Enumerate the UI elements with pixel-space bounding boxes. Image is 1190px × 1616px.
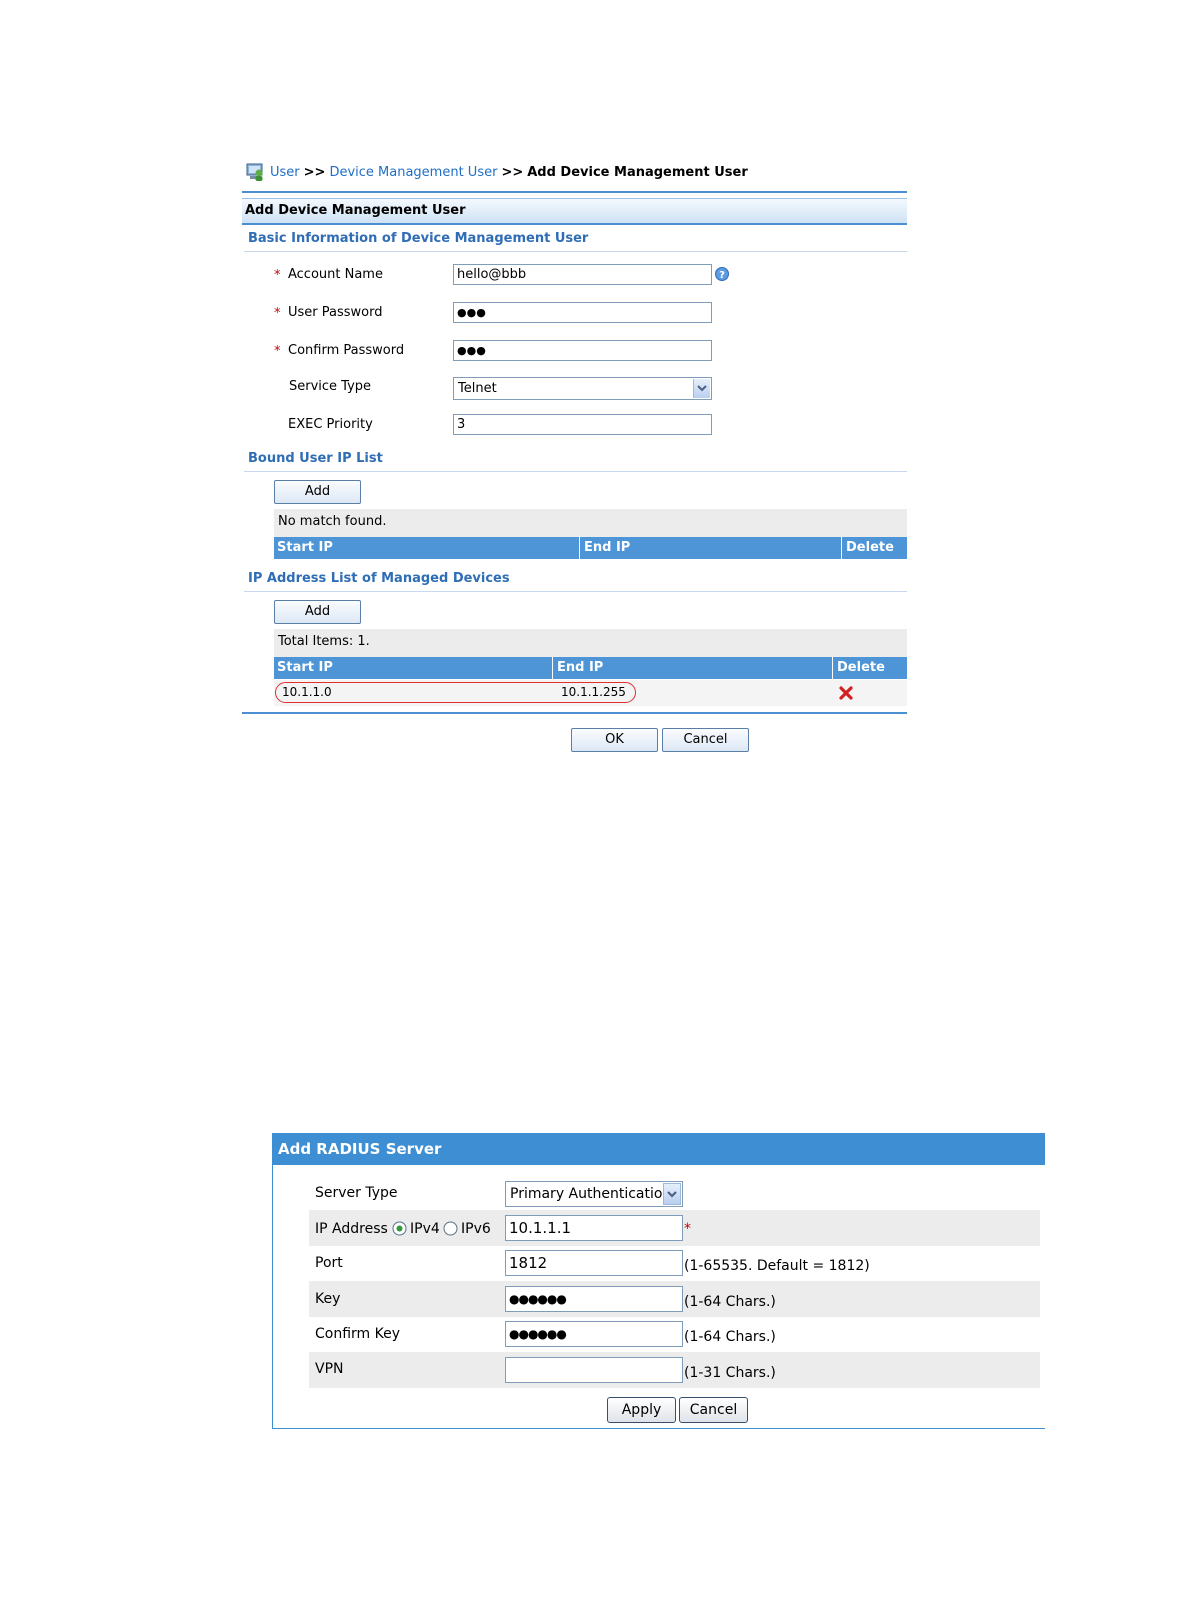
key-input[interactable]: ●●●●●●: [505, 1286, 683, 1312]
key-label: Key: [315, 1291, 341, 1307]
confirm-key-input[interactable]: ●●●●●●: [505, 1321, 683, 1347]
key-hint: (1-64 Chars.): [684, 1294, 776, 1310]
help-icon[interactable]: ?: [715, 267, 729, 281]
breadcrumb-separator: >>: [501, 164, 524, 180]
server-type-label: Server Type: [315, 1185, 398, 1201]
managed-ip-add-button[interactable]: Add: [274, 600, 361, 624]
user-password-label: User Password: [288, 305, 383, 320]
required-marker: *: [274, 306, 281, 321]
breadcrumb-separator: >>: [303, 164, 326, 180]
required-marker: *: [274, 268, 281, 283]
service-type-label: Service Type: [289, 379, 372, 394]
basic-info-section-title: Basic Information of Device Management U…: [248, 231, 589, 246]
managed-ip-section-title: IP Address List of Managed Devices: [248, 571, 510, 586]
ip-address-input[interactable]: 10.1.1.1: [505, 1215, 683, 1241]
section-divider: [244, 471, 907, 472]
ok-button[interactable]: OK: [571, 728, 658, 752]
panel-title-bar: Add Device Management User: [242, 198, 907, 225]
bound-ip-section-title: Bound User IP List: [248, 451, 383, 466]
exec-priority-input[interactable]: 3: [453, 414, 712, 435]
user-computer-icon: [244, 161, 266, 183]
column-header-end-ip[interactable]: End IP: [581, 537, 842, 559]
cancel-button[interactable]: Cancel: [662, 728, 749, 752]
column-header-start-ip[interactable]: Start IP: [274, 657, 553, 679]
breadcrumb-device-management-user-link[interactable]: Device Management User: [329, 165, 497, 180]
panel-title: Add Device Management User: [245, 203, 466, 218]
apply-button[interactable]: Apply: [607, 1397, 676, 1423]
service-type-select[interactable]: Telnet: [453, 377, 712, 400]
bound-ip-table-header: Start IP End IP Delete: [274, 537, 907, 559]
breadcrumb-user-link[interactable]: User: [270, 165, 300, 180]
account-name-input[interactable]: hello@bbb: [453, 264, 712, 285]
breadcrumb: User >> Device Management User >> Add De…: [244, 160, 748, 184]
ipv4-label: IPv4: [410, 1221, 440, 1237]
ip-address-label: IP Address: [315, 1221, 388, 1237]
confirm-key-hint: (1-64 Chars.): [684, 1329, 776, 1345]
vpn-hint: (1-31 Chars.): [684, 1365, 776, 1381]
column-header-start-ip[interactable]: Start IP: [274, 537, 580, 559]
bound-ip-status: No match found.: [278, 514, 387, 529]
port-hint: (1-65535. Default = 1812): [684, 1258, 870, 1274]
top-divider: [242, 191, 907, 193]
bound-ip-status-row: No match found.: [274, 509, 907, 537]
cancel-button[interactable]: Cancel: [679, 1397, 748, 1423]
delete-x-icon[interactable]: [838, 685, 854, 701]
confirm-password-label: Confirm Password: [288, 343, 405, 358]
ipv4-radio[interactable]: [392, 1221, 407, 1236]
server-type-value: Primary Authenticatio: [510, 1186, 662, 1202]
breadcrumb-current: Add Device Management User: [527, 164, 748, 180]
dialog-title-bar: Add RADIUS Server: [272, 1133, 1045, 1165]
bottom-divider: [242, 712, 907, 714]
port-label: Port: [315, 1255, 343, 1271]
vpn-label: VPN: [315, 1361, 344, 1377]
confirm-password-input[interactable]: ●●●: [453, 340, 712, 361]
column-header-delete: Delete: [846, 540, 894, 555]
column-header-delete: Delete: [837, 660, 885, 675]
exec-priority-label: EXEC Priority: [288, 417, 373, 432]
dialog-title: Add RADIUS Server: [278, 1140, 442, 1158]
managed-ip-table-header: Start IP End IP Delete: [274, 657, 907, 679]
user-password-input[interactable]: ●●●: [453, 302, 712, 323]
svg-text:?: ?: [719, 270, 725, 281]
confirm-key-label: Confirm Key: [315, 1326, 401, 1342]
server-type-select[interactable]: Primary Authenticatio: [505, 1181, 683, 1207]
section-divider: [244, 251, 907, 252]
required-marker: *: [274, 344, 281, 359]
column-header-end-ip[interactable]: End IP: [554, 657, 833, 679]
required-marker: *: [684, 1221, 691, 1237]
ipv6-label: IPv6: [461, 1221, 491, 1237]
section-divider: [244, 591, 907, 592]
managed-ip-status: Total Items: 1.: [278, 634, 370, 649]
highlight-oval: [275, 682, 636, 703]
account-name-label: Account Name: [288, 267, 383, 282]
managed-ip-status-row: Total Items: 1.: [274, 629, 907, 657]
chevron-down-icon[interactable]: [663, 1183, 681, 1205]
bound-ip-add-button[interactable]: Add: [274, 480, 361, 504]
vpn-input[interactable]: [505, 1357, 683, 1383]
ipv6-radio[interactable]: [443, 1221, 458, 1236]
port-input[interactable]: 1812: [505, 1250, 683, 1276]
service-type-value: Telnet: [458, 381, 497, 396]
chevron-down-icon[interactable]: [693, 379, 710, 398]
